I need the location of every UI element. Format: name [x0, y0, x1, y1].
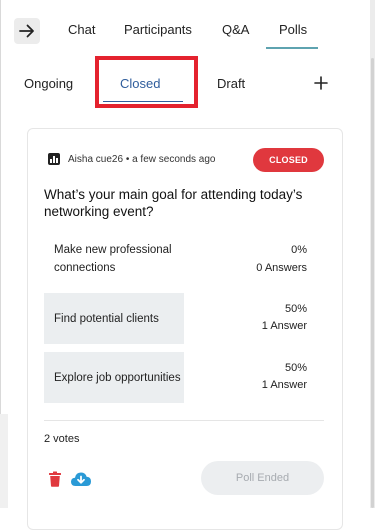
status-badge: CLOSED: [253, 148, 324, 172]
collapse-panel-button[interactable]: [14, 18, 40, 44]
tab-polls[interactable]: Polls: [279, 22, 307, 37]
tab-qa[interactable]: Q&A: [222, 22, 249, 37]
highlight-box: [95, 56, 198, 108]
option-answers: 1 Answer: [261, 379, 307, 391]
tab-chat[interactable]: Chat: [68, 22, 95, 37]
poll-chart-icon: [48, 153, 60, 165]
plus-icon: [314, 76, 328, 90]
tab-draft[interactable]: Draft: [217, 76, 245, 91]
left-edge-shade: [0, 414, 8, 508]
option-percent: 0%: [291, 244, 307, 256]
option-label: Make new professional connections: [54, 244, 172, 274]
divider: [44, 420, 324, 421]
option-answers: 0 Answers: [256, 262, 307, 274]
poll-author: Aisha cue26 • a few seconds ago: [68, 154, 216, 165]
option-label: Find potential clients: [54, 313, 159, 325]
arrow-right-icon: [19, 24, 34, 38]
poll-question: What’s your main goal for attending toda…: [44, 187, 303, 219]
option-percent: 50%: [284, 303, 307, 315]
tab-participants[interactable]: Participants: [124, 22, 192, 37]
scrollbar-thumb[interactable]: [371, 58, 374, 508]
trash-icon[interactable]: [48, 471, 62, 487]
option-label: Explore job opportunities: [54, 372, 181, 384]
option-answers: 1 Answer: [261, 320, 307, 332]
cloud-download-icon[interactable]: [70, 471, 92, 487]
active-tab-indicator: [266, 47, 318, 49]
add-poll-button[interactable]: [314, 72, 328, 94]
poll-ended-button: Poll Ended: [201, 461, 324, 495]
vote-count: 2 votes: [44, 433, 80, 445]
option-percent: 50%: [284, 362, 307, 374]
tab-ongoing[interactable]: Ongoing: [24, 76, 73, 91]
